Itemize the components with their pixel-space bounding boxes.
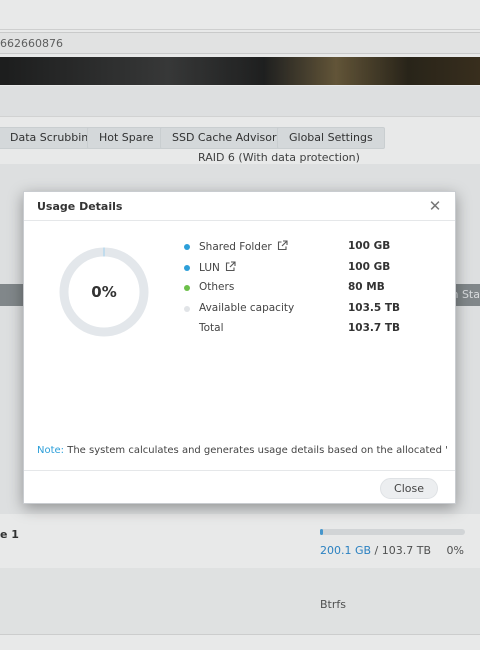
legend-dot-lun xyxy=(184,264,190,271)
legend-label-total: Total xyxy=(199,322,224,334)
usage-note: Note: The system calculates and generate… xyxy=(37,445,447,456)
note-text: The system calculates and generates usag… xyxy=(64,445,447,456)
dialog-footer: Close xyxy=(24,470,455,505)
legend-dot-shared-folder xyxy=(184,244,190,250)
legend-label-lun: LUN xyxy=(199,260,236,274)
legend-dot-available-capacity xyxy=(184,305,190,312)
legend-row-shared-folder: Shared Folder 100 GB xyxy=(184,238,444,259)
legend-value-others: 80 MB xyxy=(348,281,385,293)
dialog-header: Usage Details ✕ xyxy=(24,192,455,221)
legend-value-total: 103.7 TB xyxy=(348,322,401,334)
legend-row-others: Others 80 MB xyxy=(184,279,444,300)
legend-label-available-capacity: Available capacity xyxy=(199,301,295,314)
legend-row-lun: LUN 100 GB xyxy=(184,259,444,280)
legend-label-shared-folder: Shared Folder xyxy=(199,240,288,253)
donut-percent-label: 0% xyxy=(91,283,117,301)
legend-value-lun: 100 GB xyxy=(348,260,391,273)
close-icon[interactable]: ✕ xyxy=(427,197,443,215)
dialog-title: Usage Details xyxy=(37,200,123,213)
legend-label-others: Others xyxy=(199,281,235,293)
note-label: Note: xyxy=(37,445,65,456)
legend-label-text: Shared Folder xyxy=(199,241,272,253)
legend-row-total: Total 103.7 TB xyxy=(184,320,444,341)
legend-value-shared-folder: 100 GB xyxy=(348,240,391,252)
legend-row-available-capacity: Available capacity 103.5 TB xyxy=(184,300,444,321)
usage-legend: Shared Folder 100 GB LUN 100 GB Others 8… xyxy=(184,238,444,341)
close-button[interactable]: Close xyxy=(380,478,438,499)
legend-value-available-capacity: 103.5 TB xyxy=(348,301,401,314)
legend-label-text: LUN xyxy=(199,261,220,274)
usage-details-dialog: Usage Details ✕ 0% Shared Folder 100 GB … xyxy=(23,191,456,504)
external-link-icon[interactable] xyxy=(277,240,288,251)
legend-dot-others xyxy=(184,285,190,291)
external-link-icon[interactable] xyxy=(225,260,236,272)
